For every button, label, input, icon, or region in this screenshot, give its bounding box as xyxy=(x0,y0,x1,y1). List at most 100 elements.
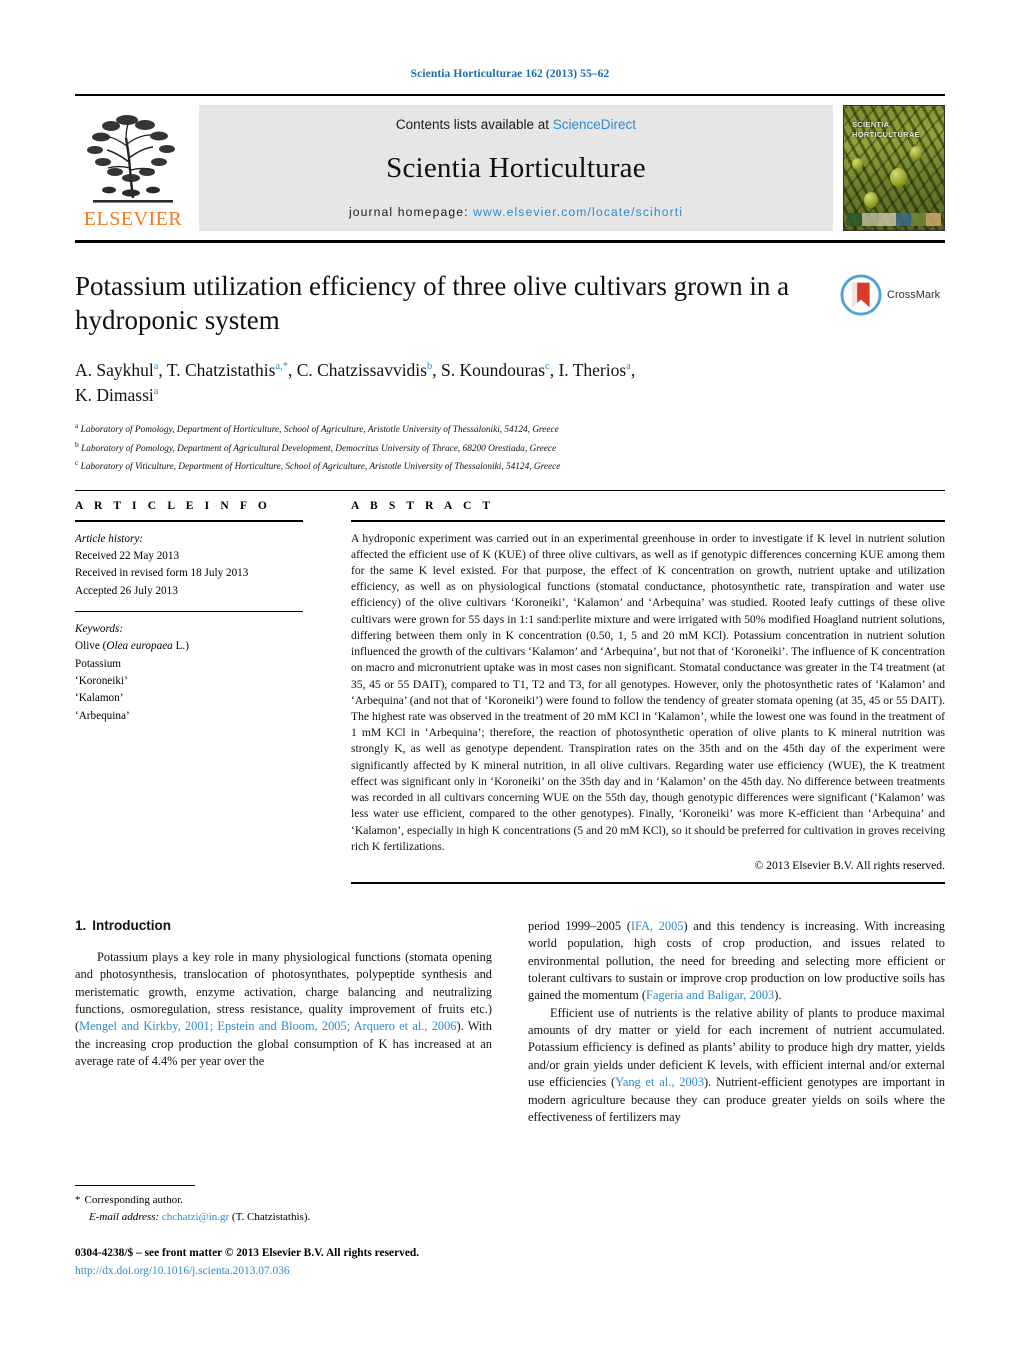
cover-title-text: SCIENTIA HORTICULTURAE xyxy=(852,120,920,140)
intro-paragraph-right-2: Efficient use of nutrients is the relati… xyxy=(528,1005,945,1127)
article-history-item: Accepted 26 July 2013 xyxy=(75,584,178,597)
affiliation-mark: a xyxy=(75,421,79,431)
keywords-label: Keywords: xyxy=(75,623,124,636)
elsevier-wordmark: ELSEVIER xyxy=(83,208,183,230)
homepage-prefix: journal homepage: xyxy=(348,205,469,219)
citation-link[interactable]: Yang et al., 2003 xyxy=(615,1075,704,1089)
journal-title: Scientia Horticulturae xyxy=(386,151,646,184)
affiliation-mark: b xyxy=(75,439,79,449)
crossmark-badge[interactable]: CrossMark xyxy=(840,271,945,319)
author-name: K. Dimassi xyxy=(75,384,154,405)
journal-homepage-line: journal homepage: www.elsevier.com/locat… xyxy=(209,205,823,219)
keyword-item: ‘Kalamon’ xyxy=(75,692,124,705)
corresponding-author-note: * Corresponding author. xyxy=(75,1192,486,1209)
abstract-bottom-rule xyxy=(351,881,945,884)
journal-band: Contents lists available at ScienceDirec… xyxy=(199,105,833,231)
affiliation-list: a Laboratory of Pomology, Department of … xyxy=(75,420,945,475)
contents-prefix: Contents lists available at xyxy=(395,117,550,132)
keyword-item: Potassium xyxy=(75,657,122,670)
article-info-rule xyxy=(75,519,303,522)
cover-olive-fruit xyxy=(864,192,878,208)
author-name: C. Chatzissavvidis xyxy=(296,359,427,380)
article-history-group: Article history: Received 22 May 2013 Re… xyxy=(75,531,303,600)
article-info-separator xyxy=(75,611,303,613)
cover-bottom-strip xyxy=(847,213,941,226)
footnote-rule xyxy=(75,1185,195,1186)
author-name: A. Saykhul xyxy=(75,359,154,380)
article-info-heading: A R T I C L E I N F O xyxy=(75,499,271,512)
keyword-latin-name: Olea europaea xyxy=(106,640,173,653)
body-column-left: 1. Introduction Potassium plays a key rol… xyxy=(75,918,492,1126)
abstract-heading: A B S T R A C T xyxy=(351,499,495,512)
doi-link[interactable]: http://dx.doi.org/10.1016/j.scienta.2013… xyxy=(75,1263,486,1281)
affiliation-item: b Laboratory of Pomology, Department of … xyxy=(75,439,945,457)
running-head: Scientia Horticulturae 162 (2013) 55–62 xyxy=(410,68,610,80)
paper-page: Scientia Horticulturae 162 (2013) 55–62 xyxy=(0,0,1020,1351)
crossmark-icon xyxy=(840,274,882,316)
author-affiliation-mark: c xyxy=(545,360,550,372)
author-name: S. Koundouras xyxy=(440,359,546,380)
author-affiliation-mark: a,* xyxy=(275,360,288,372)
author-name: I. Therios xyxy=(558,359,627,380)
cover-olive-fruit xyxy=(910,146,922,160)
section-label: Introduction xyxy=(92,917,171,933)
keyword-item: Olive (Olea europaea L.) xyxy=(75,640,189,653)
citation-link[interactable]: Mengel and Kirkby, 2001; Epstein and Blo… xyxy=(79,1019,456,1033)
intro-right-text-a: period 1999–2005 ( xyxy=(528,918,631,933)
keywords-group: Keywords: Olive (Olea europaea L.) Potas… xyxy=(75,621,303,725)
title-block: Potassium utilization efficiency of thre… xyxy=(75,269,945,476)
footnote-star-mark: * xyxy=(75,1194,81,1206)
abstract-text: A hydroponic experiment was carried out … xyxy=(351,531,945,853)
page-title: Potassium utilization efficiency of thre… xyxy=(75,271,790,336)
article-history-label: Article history: xyxy=(75,532,144,545)
affiliation-text: Laboratory of Viticulture, Department of… xyxy=(80,462,561,473)
homepage-url-link[interactable]: www.elsevier.com/locate/scihorti xyxy=(473,205,683,219)
email-label: E-mail address: xyxy=(89,1210,160,1223)
author-name: T. Chatzistathis xyxy=(166,359,276,380)
author-affiliation-mark: a xyxy=(153,360,159,372)
masthead-bottom-rule xyxy=(75,240,945,243)
body-columns: 1. Introduction Potassium plays a key rol… xyxy=(75,918,945,1126)
article-history-item: Received 22 May 2013 xyxy=(75,549,180,562)
author-affiliation-mark: a xyxy=(626,360,631,372)
issn-block: 0304-4238/$ – see front matter © 2013 El… xyxy=(75,1245,486,1280)
article-history-item: Received in revised form 18 July 2013 xyxy=(75,567,249,580)
cover-olive-fruit xyxy=(890,168,907,187)
journal-masthead: ELSEVIER Contents lists available at Sci… xyxy=(75,94,945,231)
affiliation-text: Laboratory of Pomology, Department of Ho… xyxy=(80,425,559,436)
affiliation-item: a Laboratory of Pomology, Department of … xyxy=(75,420,945,438)
abstract-top-rule xyxy=(351,519,945,522)
sciencedirect-link[interactable]: ScienceDirect xyxy=(553,117,636,132)
elsevier-tree-icon xyxy=(87,115,175,203)
article-info-column: A R T I C L E I N F O Article history: R… xyxy=(75,500,325,884)
citation-link[interactable]: IFA, 2005 xyxy=(631,919,684,933)
keyword-item: ‘Koroneiki’ xyxy=(75,675,128,688)
section-title-introduction: 1. Introduction xyxy=(75,918,492,933)
elsevier-logo: ELSEVIER xyxy=(75,105,191,231)
info-abstract-section: A R T I C L E I N F O Article history: R… xyxy=(75,489,945,884)
email-note: E-mail address: chchatzi@in.gr (T. Chatz… xyxy=(75,1209,486,1226)
contents-available-line: Contents lists available at ScienceDirec… xyxy=(209,117,823,132)
crossmark-label: CrossMark xyxy=(887,289,941,301)
body-column-right: period 1999–2005 (IFA, 2005) and this te… xyxy=(528,918,945,1126)
affiliation-mark: c xyxy=(75,458,79,468)
intro-right-text-c: ). xyxy=(774,988,782,1003)
intro-paragraph-left: Potassium plays a key role in many physi… xyxy=(75,949,492,1071)
journal-cover-thumbnail: SCIENTIA HORTICULTURAE xyxy=(843,105,945,231)
citation-link[interactable]: Fageria and Baligar, 2003 xyxy=(646,988,774,1002)
issn-copyright-line: 0304-4238/$ – see front matter © 2013 El… xyxy=(75,1247,420,1259)
page-footer: * Corresponding author. E-mail address: c… xyxy=(75,1185,486,1280)
cover-olive-fruit xyxy=(852,158,863,170)
keyword-item: ‘Arbequina’ xyxy=(75,709,130,722)
author-affiliation-mark: b xyxy=(426,360,433,372)
author-affiliation-mark: a xyxy=(153,386,159,398)
abstract-copyright: © 2013 Elsevier B.V. All rights reserved… xyxy=(754,858,945,872)
affiliation-item: c Laboratory of Viticulture, Department … xyxy=(75,457,945,475)
email-link[interactable]: chchatzi@in.gr xyxy=(162,1211,229,1223)
email-owner: (T. Chatzistathis). xyxy=(231,1210,311,1223)
abstract-column: A B S T R A C T A hydroponic experiment … xyxy=(325,500,945,884)
corresponding-author-text: Corresponding author. xyxy=(84,1194,183,1206)
intro-paragraph-right-1: period 1999–2005 (IFA, 2005) and this te… xyxy=(528,918,945,1005)
section-number: 1. xyxy=(75,917,87,933)
affiliation-text: Laboratory of Pomology, Department of Ag… xyxy=(81,443,557,454)
